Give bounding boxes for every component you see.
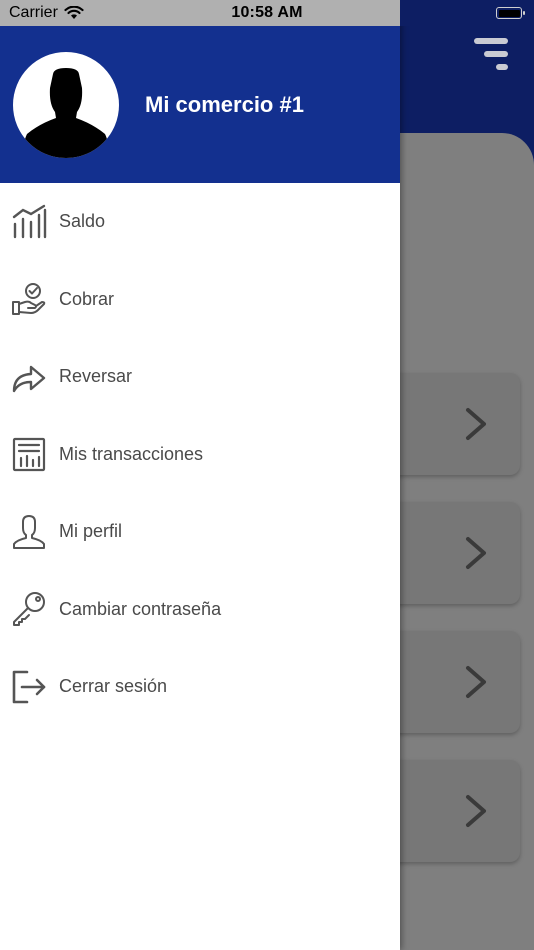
background-card[interactable] [380, 502, 520, 604]
background-card[interactable] [380, 760, 520, 862]
user-icon [13, 514, 45, 549]
chevron-right-icon [466, 666, 486, 698]
menu-item-cambiar-contrasena[interactable]: Cambiar contraseña [0, 571, 400, 649]
menu-item-label: Mis transacciones [59, 443, 204, 464]
hand-check-icon [12, 283, 46, 316]
user-silhouette-icon [22, 68, 110, 158]
menu-item-mi-perfil[interactable]: Mi perfil [0, 493, 400, 571]
avatar[interactable] [13, 52, 119, 158]
receipt-icon [12, 438, 46, 472]
chevron-right-icon [466, 408, 486, 440]
drawer-header: Mi comercio #1 [0, 26, 400, 183]
menu-item-label: Saldo [59, 211, 106, 232]
bar-chart-icon [12, 204, 47, 238]
menu-item-saldo[interactable]: Saldo [0, 183, 400, 261]
chevron-right-icon [466, 537, 486, 569]
chevron-right-icon [466, 795, 486, 827]
filter-icon[interactable] [474, 38, 508, 72]
status-bar: Carrier 10:58 AM [0, 0, 534, 26]
menu-item-label: Cobrar [59, 288, 115, 309]
side-drawer: Mi comercio #1 Saldo Cobrar Reversar Mis… [0, 0, 400, 950]
key-icon [13, 592, 45, 627]
menu-item-label: Cerrar sesión [59, 676, 168, 697]
forward-arrow-icon [12, 365, 46, 392]
background-card[interactable] [380, 373, 520, 475]
background-card[interactable] [380, 631, 520, 733]
logout-icon [12, 670, 46, 704]
menu-item-cobrar[interactable]: Cobrar [0, 261, 400, 339]
menu-item-mis-transacciones[interactable]: Mis transacciones [0, 416, 400, 494]
battery-icon [496, 7, 525, 19]
menu-item-label: Mi perfil [59, 521, 123, 542]
drawer-menu: Saldo Cobrar Reversar Mis transacciones … [0, 183, 400, 726]
menu-item-reversar[interactable]: Reversar [0, 338, 400, 416]
menu-item-cerrar-sesion[interactable]: Cerrar sesión [0, 648, 400, 726]
status-time: 10:58 AM [231, 4, 303, 21]
menu-item-label: Reversar [59, 366, 133, 387]
store-name: Mi comercio #1 [145, 92, 304, 117]
menu-item-label: Cambiar contraseña [59, 598, 222, 619]
